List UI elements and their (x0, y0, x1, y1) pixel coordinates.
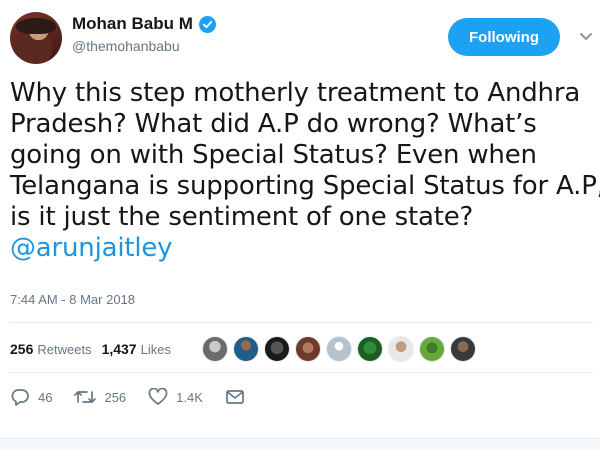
liker-avatar[interactable] (295, 336, 321, 362)
mention-link[interactable]: @arunjaitley (10, 233, 598, 264)
liker-avatar[interactable] (419, 336, 445, 362)
author-name-row: Mohan Babu M (72, 14, 216, 34)
following-button[interactable]: Following (448, 18, 560, 56)
retweets-count: 256 (10, 341, 34, 357)
tweet-text-line: Telangana is supporting Special Status f… (10, 171, 600, 201)
like-button[interactable]: 1.4K (148, 388, 203, 406)
retweet-icon (74, 391, 97, 403)
author-avatar[interactable] (10, 12, 62, 64)
retweet-button[interactable]: 256 (74, 389, 126, 405)
engagement-stats: 256 Retweets 1,437 Likes (10, 341, 181, 357)
author-handle[interactable]: @themohanbabu (72, 38, 180, 54)
like-count: 1.4K (176, 389, 203, 405)
reply-count: 46 (38, 389, 53, 405)
liker-avatar[interactable] (357, 336, 383, 362)
liker-avatar[interactable] (326, 336, 352, 362)
liker-avatar[interactable] (233, 336, 259, 362)
likers-avatars (202, 336, 476, 362)
tweet-text-line: is it just the sentiment of one state? (10, 202, 474, 232)
envelope-icon (226, 390, 244, 404)
verified-badge-icon (198, 15, 216, 33)
likes-count: 1,437 (101, 341, 137, 357)
retweet-count: 256 (104, 389, 127, 405)
tweet-actions: 46 256 1.4K (10, 388, 267, 406)
author-display-name[interactable]: Mohan Babu M (72, 14, 193, 34)
heart-icon (148, 388, 168, 405)
liker-avatar[interactable] (202, 336, 228, 362)
liker-avatar[interactable] (450, 336, 476, 362)
tweet-text-line: going on with Special Status? Even when (10, 140, 537, 170)
liker-avatar[interactable] (388, 336, 414, 362)
reply-icon (11, 389, 29, 406)
likes-stat[interactable]: 1,437 Likes (102, 341, 171, 357)
card-bottom-strip (0, 438, 600, 450)
divider (10, 372, 594, 373)
retweets-stat[interactable]: 256 Retweets (10, 341, 92, 357)
tweet-text: Why this step motherly treatment to Andh… (10, 78, 600, 264)
retweets-label: Retweets (37, 342, 92, 357)
likes-label: Likes (140, 342, 171, 357)
tweet-text-line: Why this step motherly treatment to Andh… (10, 78, 581, 108)
direct-message-button[interactable] (225, 389, 245, 405)
liker-avatar[interactable] (264, 336, 290, 362)
tweet-timestamp[interactable]: 7:44 AM - 8 Mar 2018 (10, 292, 135, 307)
tweet-text-line: Pradesh? What did A.P do wrong? What’s (10, 109, 537, 139)
divider (10, 322, 594, 323)
chevron-down-icon[interactable] (578, 28, 594, 44)
reply-button[interactable]: 46 (10, 388, 52, 406)
tweet-card: Mohan Babu M @themohanbabu Following Why… (0, 0, 600, 450)
